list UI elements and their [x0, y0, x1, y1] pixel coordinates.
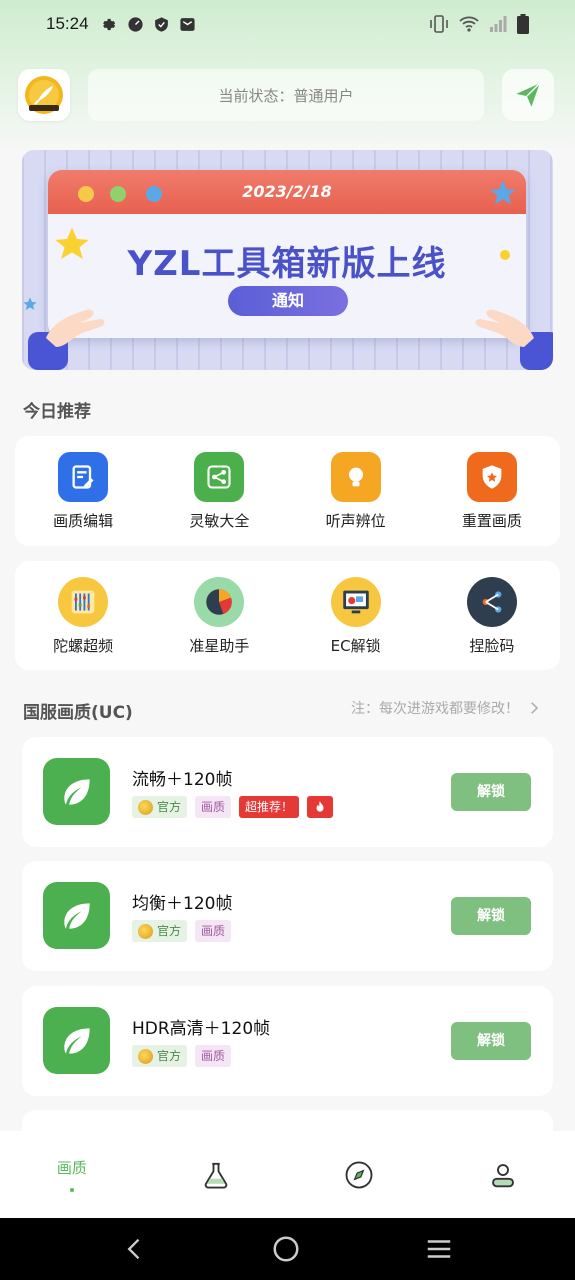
nav-tab-discover[interactable]: [288, 1131, 432, 1218]
speed-icon: [127, 16, 143, 32]
hand-right-icon: [475, 309, 553, 370]
quality-item-tags: 官方 画质 超推荐！: [132, 796, 334, 818]
unlock-button[interactable]: 解锁: [451, 773, 531, 811]
coin-icon: [138, 923, 153, 939]
decor-dot: [500, 250, 510, 260]
signal-icon: [490, 16, 507, 32]
monitor-icon: [330, 577, 381, 627]
star-blue-icon: [490, 180, 516, 205]
tag-quality: 画质: [195, 1045, 232, 1067]
tool-label: 重置画质: [461, 512, 522, 530]
inbox-icon: [179, 17, 195, 31]
tool-reset-quality[interactable]: 重置画质: [424, 436, 560, 546]
tool-gyro-overclock[interactable]: 陀螺超频: [15, 561, 151, 670]
tool-label: 准星助手: [189, 637, 250, 655]
tools-card-2: 陀螺超频 准星助手 EC解锁 捏脸码: [15, 561, 560, 670]
banner-title: YZL工具箱新版上线: [127, 244, 447, 284]
edit-doc-icon: [58, 452, 109, 502]
tool-label: 陀螺超频: [53, 637, 114, 655]
home-icon[interactable]: [271, 1234, 301, 1264]
equalizer-icon: [58, 577, 109, 627]
banner-date: 2023/2/18: [242, 182, 332, 201]
nav-tab-quality[interactable]: 画质: [0, 1131, 144, 1218]
section-title-today: 今日推荐: [23, 402, 91, 422]
star-yellow-icon: [55, 227, 89, 259]
bottom-navigation: 画质: [0, 1131, 575, 1218]
nav-active-indicator: [69, 1188, 74, 1192]
back-icon[interactable]: [121, 1235, 149, 1263]
leaf-icon: [43, 1007, 110, 1074]
tool-sensitivity[interactable]: 灵敏大全: [151, 436, 287, 546]
vibrate-icon: [430, 15, 448, 33]
quality-item[interactable]: 流畅＋120帧 官方 画质 超推荐！ 解锁: [22, 737, 553, 847]
coin-icon: [138, 1048, 153, 1064]
leaf-icon: [43, 882, 110, 949]
unlock-button[interactable]: 解锁: [451, 1022, 531, 1060]
tool-face-code[interactable]: 捏脸码: [424, 561, 560, 670]
tool-label: 捏脸码: [469, 637, 515, 655]
tool-label: 听声辨位: [325, 512, 386, 530]
flask-icon: [204, 1162, 227, 1188]
recents-icon[interactable]: [424, 1234, 454, 1264]
quality-item-tags: 官方 画质: [132, 1045, 232, 1067]
battery-icon: [517, 14, 529, 34]
banner-titlebar: 2023/2/18: [48, 170, 526, 214]
chevron-right-icon: [531, 702, 539, 714]
tool-label: 灵敏大全: [189, 512, 250, 530]
compass-icon: [345, 1161, 373, 1188]
status-bar: 15:24: [0, 0, 575, 48]
tag-official: 官方: [132, 1045, 188, 1067]
tag-official: 官方: [132, 796, 188, 818]
leaf-icon: [43, 758, 110, 825]
quality-item[interactable]: 均衡＋120帧 官方 画质 解锁: [22, 861, 553, 971]
tool-label: EC解锁: [330, 637, 381, 655]
tool-quality-edit[interactable]: 画质编辑: [15, 436, 151, 546]
pie-chart-icon: [194, 577, 245, 627]
tool-sound-position[interactable]: 听声辨位: [288, 436, 424, 546]
quality-item-title: 均衡＋120帧: [132, 894, 233, 914]
coin-icon: [138, 799, 153, 815]
tag-quality: 画质: [195, 920, 232, 942]
tag-recommended: 超推荐！: [239, 796, 300, 818]
quality-item-tags: 官方 画质: [132, 920, 232, 942]
user-icon: [492, 1163, 515, 1187]
tool-ec-unlock[interactable]: EC解锁: [288, 561, 424, 670]
section-title-quality: 国服画质(UC): [23, 703, 133, 723]
nav-label-quality: 画质: [56, 1159, 87, 1177]
hand-left-icon: [28, 309, 105, 370]
tool-label: 画质编辑: [53, 512, 114, 530]
quality-item-title: HDR高清＋120帧: [132, 1019, 271, 1039]
banner-notice-badge: 通知: [228, 286, 348, 316]
system-navigation-bar: [0, 1218, 575, 1280]
settings-icon: [102, 18, 115, 30]
bulb-icon: [330, 452, 381, 502]
quality-item[interactable]: HDR高清＋120帧 官方 画质 解锁: [22, 986, 553, 1096]
tag-official: 官方: [132, 920, 188, 942]
unlock-button[interactable]: 解锁: [451, 897, 531, 935]
status-time: 15:24: [46, 14, 89, 33]
tools-card-1: 画质编辑 灵敏大全 听声辨位 重置画质: [15, 436, 560, 546]
network-icon: [466, 577, 517, 627]
nav-tab-lab[interactable]: [144, 1131, 288, 1218]
nav-tab-profile[interactable]: [431, 1131, 575, 1218]
fire-icon: [307, 796, 334, 818]
app-header: 当前状态：普通用户: [18, 68, 558, 122]
app-logo[interactable]: [18, 69, 70, 121]
quality-note-text: 注：每次进游戏都要修改！: [351, 701, 519, 717]
rocket-logo-icon: [25, 76, 63, 114]
tool-crosshair[interactable]: 准星助手: [151, 561, 287, 670]
wifi-icon: [459, 16, 479, 32]
announcement-banner[interactable]: 2023/2/18 YZL工具箱新版上线 通知: [22, 150, 553, 370]
quality-item-title: 流畅＋120帧: [132, 770, 233, 790]
quality-note-link[interactable]: 注：每次进游戏都要修改！: [351, 698, 543, 718]
share-icon: [194, 452, 245, 502]
shield-icon: [154, 16, 168, 32]
user-status-display: 当前状态：普通用户: [88, 69, 484, 121]
send-icon: [516, 82, 541, 107]
tag-quality: 画质: [195, 796, 232, 818]
shield-star-icon: [466, 452, 517, 502]
send-button[interactable]: [502, 69, 554, 121]
